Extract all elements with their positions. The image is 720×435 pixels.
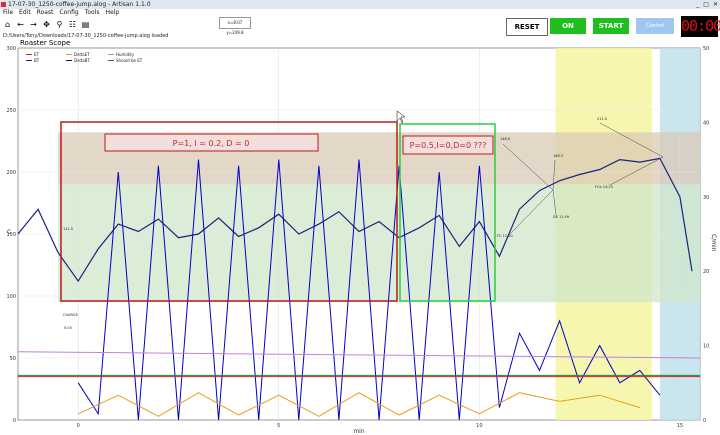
legend-entry: DeltaET — [74, 52, 90, 57]
x-tick-label: 10 — [476, 423, 482, 429]
event-label: 111.5 — [63, 227, 73, 231]
event-label: FC 11:50 — [497, 234, 513, 238]
event-label: 148.0 — [500, 137, 510, 141]
y-tick-label: 200 — [6, 170, 16, 176]
y-tick-label: 250 — [6, 108, 16, 114]
x-tick-label: 0 — [77, 423, 80, 429]
y-tick-label: 100 — [6, 294, 16, 300]
y-tick-label: 50 — [10, 356, 16, 362]
y2-tick-label: 0 — [703, 418, 706, 424]
temperature-band — [58, 184, 700, 303]
legend-entry: Should be ET — [116, 58, 143, 63]
y2-tick-label: 30 — [703, 195, 709, 201]
x-tick-label: 15 — [677, 423, 683, 429]
legend-entry: ET — [34, 52, 40, 57]
y-tick-label: 300 — [6, 46, 16, 52]
annotation-text-pid2: P=0.5,I=0,D=0 ??? — [410, 141, 487, 150]
y2-tick-label: 20 — [703, 269, 709, 275]
y-axis-label: C — [7, 229, 11, 236]
y2-tick-label: 10 — [703, 344, 709, 350]
x-axis-label: min — [353, 428, 365, 435]
y2-tick-label: 40 — [703, 120, 709, 126]
event-label: FCe 14:20 — [595, 185, 613, 189]
event-label: 166.3 — [553, 154, 563, 158]
event-label: DE 11:59 — [553, 215, 569, 219]
x-tick-label: 5 — [277, 423, 280, 429]
y2-axis-label: C/min — [710, 234, 717, 252]
legend-entry: DeltaBT — [74, 58, 90, 63]
event-label: 0:05 — [64, 326, 72, 330]
legend-entry: Humidity — [116, 52, 135, 57]
legend-entry: BT — [34, 58, 40, 63]
event-label: 211.5 — [597, 117, 607, 121]
event-label: CHARGE — [63, 313, 78, 317]
y2-tick-label: 50 — [703, 46, 709, 52]
roaster-chart[interactable]: 050100150200250300010203040500 5 10 15CC/mi… — [0, 0, 720, 435]
annotation-text-pid1: P=1, I = 0.2, D = 0 — [173, 139, 250, 148]
y-tick-label: 0 — [13, 418, 16, 424]
